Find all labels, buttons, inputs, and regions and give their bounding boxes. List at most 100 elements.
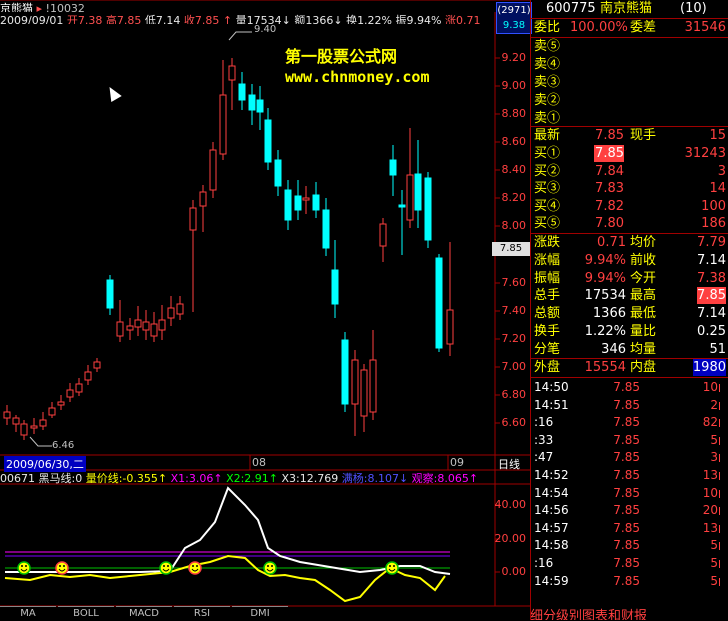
candle-body [219, 94, 227, 155]
price-axis-label: 6.60 [501, 416, 527, 429]
candle-body [322, 209, 330, 249]
tick-vol: 2 [710, 397, 718, 412]
axis-price-badge: (2971) 9.38 [496, 2, 532, 34]
stat-value: 17534 [584, 288, 626, 304]
ind-axis-label: 40.00 [494, 498, 527, 511]
stat-value: 0.25 [697, 324, 726, 339]
ind-name[interactable]: 黑马线:0 [39, 472, 83, 484]
tick-vol: 13 [702, 520, 718, 535]
tab-boll[interactable]: BOLL [58, 606, 114, 621]
stat-label: 最高 [630, 288, 657, 304]
buy-level-vol: 100 [701, 198, 726, 214]
candle-body [351, 359, 359, 405]
candle-body [176, 303, 184, 315]
sell-level-row: 卖③ [530, 74, 728, 91]
low-annotation: 6.46 [52, 440, 75, 451]
buy-level-label: 买① [534, 146, 561, 161]
sell-level-label: 卖② [534, 93, 561, 108]
panel-code: 600775 [546, 1, 596, 16]
outer-inner-row: 外盘 15554 内盘 1980 [530, 359, 728, 376]
tick-row: 14:58 7.85 5 [530, 537, 728, 554]
sell-level-label: 卖④ [534, 57, 561, 72]
tab-macd[interactable]: MACD [116, 606, 172, 621]
sell-level-row: 卖① [530, 110, 728, 127]
candlestick-series [3, 58, 454, 440]
tick-price: 7.85 [613, 468, 640, 482]
candle-body [30, 425, 38, 429]
tick-direction-icon [719, 577, 726, 586]
tab-ma[interactable]: MA [0, 606, 56, 621]
current-price-badge: 7.85 [492, 242, 530, 256]
smiley-icon [55, 561, 69, 575]
candle-body [106, 279, 114, 309]
tick-vol: 3 [710, 450, 718, 465]
ind-x3: X3:12.769 [281, 472, 339, 484]
date-axis-right: 09 [450, 456, 464, 469]
candle-body [284, 189, 292, 221]
tick-row: :16 7.85 82 [530, 414, 728, 431]
tab-rsi[interactable]: RSI [174, 606, 230, 621]
stat-label: 涨幅 [534, 252, 561, 268]
axis-badge-bottom: 9.38 [502, 20, 526, 31]
stat-value: 1366 [592, 306, 626, 322]
tick-price: 7.85 [613, 538, 640, 553]
candle-body [398, 204, 406, 208]
down-arrow-icon: ↓ [398, 472, 409, 484]
candle-body [435, 257, 443, 349]
candle-body [142, 321, 150, 331]
buy-level-row: 买⑤ 7.80 186 [530, 215, 728, 232]
ind-ex1: 满杨:8.107 [341, 472, 399, 484]
tick-time: :16 [534, 415, 554, 430]
tab-dmi[interactable]: DMI [232, 606, 288, 621]
stat-label: 换手 [534, 324, 561, 339]
tick-row: 14:56 7.85 20 [530, 502, 728, 519]
tick-row: 14:57 7.85 13 [530, 520, 728, 537]
stat-value: 7.14 [697, 306, 726, 322]
candle-body [302, 197, 310, 201]
stat-value: 9.94% [584, 252, 626, 268]
candle-body [312, 194, 320, 211]
candle-body [57, 401, 65, 406]
tick-vol: 20 [702, 503, 718, 518]
tick-direction-icon [719, 436, 726, 445]
price-axis-label: 8.00 [501, 219, 527, 232]
stat-value: 7.14 [697, 252, 726, 268]
diff-label: 委差 [630, 20, 657, 35]
ind-x2: X2:2.91 [226, 472, 269, 484]
buy-level-price: 7.82 [595, 198, 624, 214]
tick-row: 14:51 7.85 2 [530, 397, 728, 414]
panel-footer[interactable]: 细分级别图表和财报 [530, 605, 728, 620]
tick-direction-icon [719, 419, 726, 428]
price-axis-label: 7.60 [501, 276, 527, 289]
candle-body [228, 65, 236, 81]
candle-body [134, 319, 142, 328]
tick-vol: 10 [702, 380, 718, 394]
candle-body [39, 419, 47, 427]
inner-value: 1980 [692, 359, 726, 376]
tick-time: 14:50 [534, 380, 569, 394]
outer-value: 15554 [584, 360, 626, 375]
tick-price: 7.85 [613, 485, 640, 500]
stat-label: 均价 [630, 235, 657, 250]
tick-price: 7.85 [613, 520, 640, 535]
stat-label: 总手 [534, 288, 561, 304]
high-annotation: 9.40 [254, 24, 277, 35]
tick-price: 7.85 [613, 415, 640, 430]
buy-level-vol: 31243 [684, 146, 726, 161]
tick-vol: 5 [710, 573, 718, 588]
tick-time: 14:59 [534, 573, 569, 588]
high-annotation-line [228, 31, 252, 41]
stat-row: 涨跌 0.71 均价 7.79 [530, 234, 728, 251]
kline-chart-area[interactable]: 京熊猫 ▸ !10032 2009/09/01 开7.38 高7.85 低7.1… [0, 0, 532, 621]
smiley-icon [17, 561, 31, 575]
ind-axis-label: 20.00 [494, 532, 527, 545]
sell-level-row: 卖④ [530, 56, 728, 73]
buy-level-price: 7.80 [595, 216, 624, 232]
panel-num: (10) [680, 1, 707, 16]
price-axis-label: 6.80 [501, 388, 527, 401]
ind-code: 00671 [0, 472, 35, 484]
ind-ex2: 观察:8.065 [411, 472, 469, 484]
tick-row: :33 7.85 5 [530, 432, 728, 449]
sell-level-row: 卖② [530, 92, 728, 109]
tick-row: 14:59 7.85 5 [530, 573, 728, 590]
